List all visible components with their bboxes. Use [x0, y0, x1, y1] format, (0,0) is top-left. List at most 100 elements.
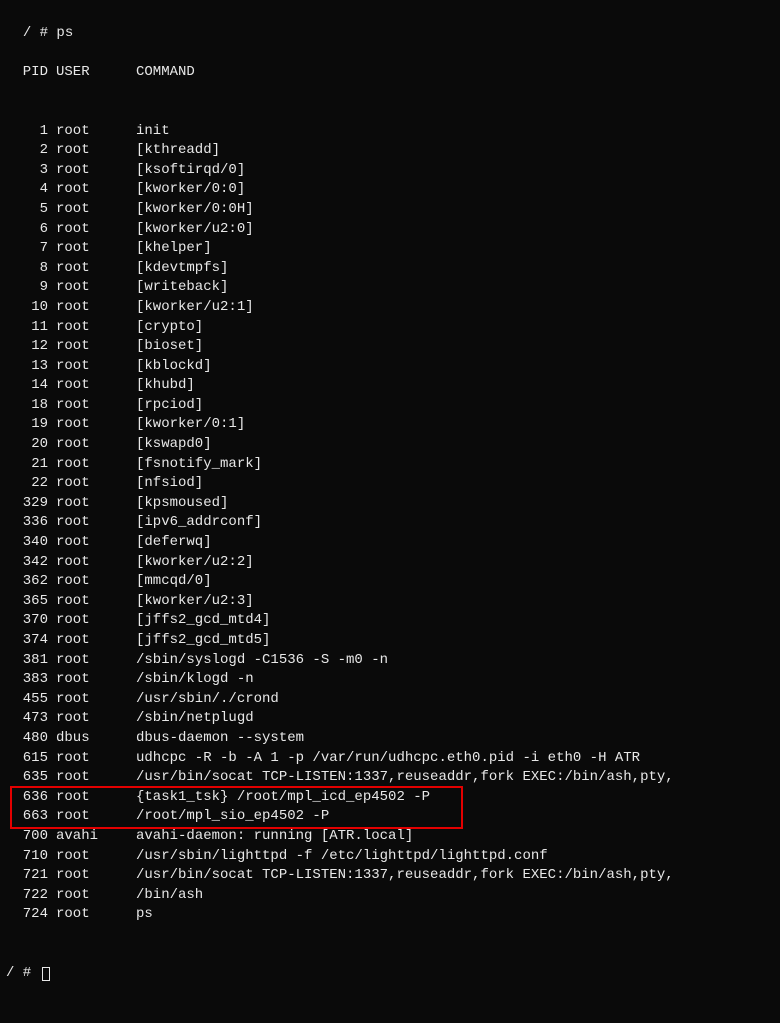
process-pid: 700: [6, 827, 48, 847]
process-row: 22root[nfsiod]: [6, 474, 774, 494]
process-user: root: [48, 435, 128, 455]
process-user: avahi: [48, 827, 128, 847]
process-pid: 14: [6, 376, 48, 396]
process-user: root: [48, 592, 128, 612]
process-pid: 615: [6, 749, 48, 769]
process-command: /root/mpl_sio_ep4502 -P: [128, 807, 774, 827]
process-user: root: [48, 905, 128, 925]
command-prompt-2: / #: [6, 964, 774, 984]
process-user: root: [48, 259, 128, 279]
process-user: root: [48, 886, 128, 906]
process-pid: 722: [6, 886, 48, 906]
process-row: 615rootudhcpc -R -b -A 1 -p /var/run/udh…: [6, 749, 774, 769]
process-command: [kthreadd]: [128, 141, 774, 161]
process-pid: 2: [6, 141, 48, 161]
process-pid: 1: [6, 122, 48, 142]
process-command: /sbin/syslogd -C1536 -S -m0 -n: [128, 651, 774, 671]
process-pid: 370: [6, 611, 48, 631]
process-pid: 455: [6, 690, 48, 710]
process-command: [jffs2_gcd_mtd4]: [128, 611, 774, 631]
process-user: root: [48, 553, 128, 573]
process-row: 2root[kthreadd]: [6, 141, 774, 161]
process-pid: 12: [6, 337, 48, 357]
process-user: root: [48, 415, 128, 435]
process-command: /bin/ash: [128, 886, 774, 906]
process-user: root: [48, 180, 128, 200]
process-user: root: [48, 866, 128, 886]
process-pid: 10: [6, 298, 48, 318]
process-row: 1rootinit: [6, 122, 774, 142]
process-row: 663root/root/mpl_sio_ep4502 -P: [6, 807, 774, 827]
process-pid: 18: [6, 396, 48, 416]
process-row: 3root[ksoftirqd/0]: [6, 161, 774, 181]
process-pid: 473: [6, 709, 48, 729]
process-list: 1rootinit2root[kthreadd]3root[ksoftirqd/…: [6, 122, 774, 925]
process-pid: 374: [6, 631, 48, 651]
process-pid: 635: [6, 768, 48, 788]
process-command: [kswapd0]: [128, 435, 774, 455]
process-user: root: [48, 670, 128, 690]
header-command: COMMAND: [128, 63, 774, 83]
process-user: root: [48, 376, 128, 396]
process-command: [writeback]: [128, 278, 774, 298]
process-row: 329root[kpsmoused]: [6, 494, 774, 514]
process-command: [kpsmoused]: [128, 494, 774, 514]
process-row: 362root[mmcqd/0]: [6, 572, 774, 592]
process-command: [rpciod]: [128, 396, 774, 416]
process-command: /sbin/netplugd: [128, 709, 774, 729]
terminal-output[interactable]: / # ps PID USER COMMAND 1rootinit2root[k…: [6, 4, 774, 1023]
command-prompt-1: / # ps: [23, 25, 73, 41]
process-pid: 721: [6, 866, 48, 886]
process-row: 11root[crypto]: [6, 318, 774, 338]
header-user: USER: [48, 63, 128, 83]
process-command: /usr/bin/socat TCP-LISTEN:1337,reuseaddr…: [128, 866, 774, 886]
process-user: root: [48, 631, 128, 651]
process-user: root: [48, 455, 128, 475]
process-user: root: [48, 337, 128, 357]
process-row: 8root[kdevtmpfs]: [6, 259, 774, 279]
process-user: root: [48, 141, 128, 161]
process-command: /usr/bin/socat TCP-LISTEN:1337,reuseaddr…: [128, 768, 774, 788]
process-user: root: [48, 533, 128, 553]
process-user: dbus: [48, 729, 128, 749]
process-user: root: [48, 298, 128, 318]
process-pid: 336: [6, 513, 48, 533]
process-row: 381root/sbin/syslogd -C1536 -S -m0 -n: [6, 651, 774, 671]
process-command: {task1_tsk} /root/mpl_icd_ep4502 -P: [128, 788, 774, 808]
process-user: root: [48, 318, 128, 338]
ps-header-row: PID USER COMMAND: [6, 63, 774, 83]
process-command: [bioset]: [128, 337, 774, 357]
process-user: root: [48, 847, 128, 867]
process-pid: 329: [6, 494, 48, 514]
process-user: root: [48, 122, 128, 142]
process-pid: 342: [6, 553, 48, 573]
process-pid: 19: [6, 415, 48, 435]
process-row: 455root/usr/sbin/./crond: [6, 690, 774, 710]
process-pid: 7: [6, 239, 48, 259]
process-row: 374root[jffs2_gcd_mtd5]: [6, 631, 774, 651]
process-row: 12root[bioset]: [6, 337, 774, 357]
process-command: [khubd]: [128, 376, 774, 396]
process-command: [khelper]: [128, 239, 774, 259]
process-command: [jffs2_gcd_mtd5]: [128, 631, 774, 651]
process-row: 370root[jffs2_gcd_mtd4]: [6, 611, 774, 631]
process-user: root: [48, 161, 128, 181]
process-command: [ksoftirqd/0]: [128, 161, 774, 181]
process-row: 336root[ipv6_addrconf]: [6, 513, 774, 533]
process-user: root: [48, 357, 128, 377]
process-command: [kdevtmpfs]: [128, 259, 774, 279]
process-command: [kworker/0:0H]: [128, 200, 774, 220]
process-row: 480dbusdbus-daemon --system: [6, 729, 774, 749]
process-row: 18root[rpciod]: [6, 396, 774, 416]
process-pid: 362: [6, 572, 48, 592]
process-user: root: [48, 278, 128, 298]
process-command: ps: [128, 905, 774, 925]
process-pid: 636: [6, 788, 48, 808]
process-user: root: [48, 749, 128, 769]
process-pid: 724: [6, 905, 48, 925]
process-command: dbus-daemon --system: [128, 729, 774, 749]
process-row: 340root[deferwq]: [6, 533, 774, 553]
process-row: 9root[writeback]: [6, 278, 774, 298]
process-pid: 5: [6, 200, 48, 220]
process-row: 635root/usr/bin/socat TCP-LISTEN:1337,re…: [6, 768, 774, 788]
